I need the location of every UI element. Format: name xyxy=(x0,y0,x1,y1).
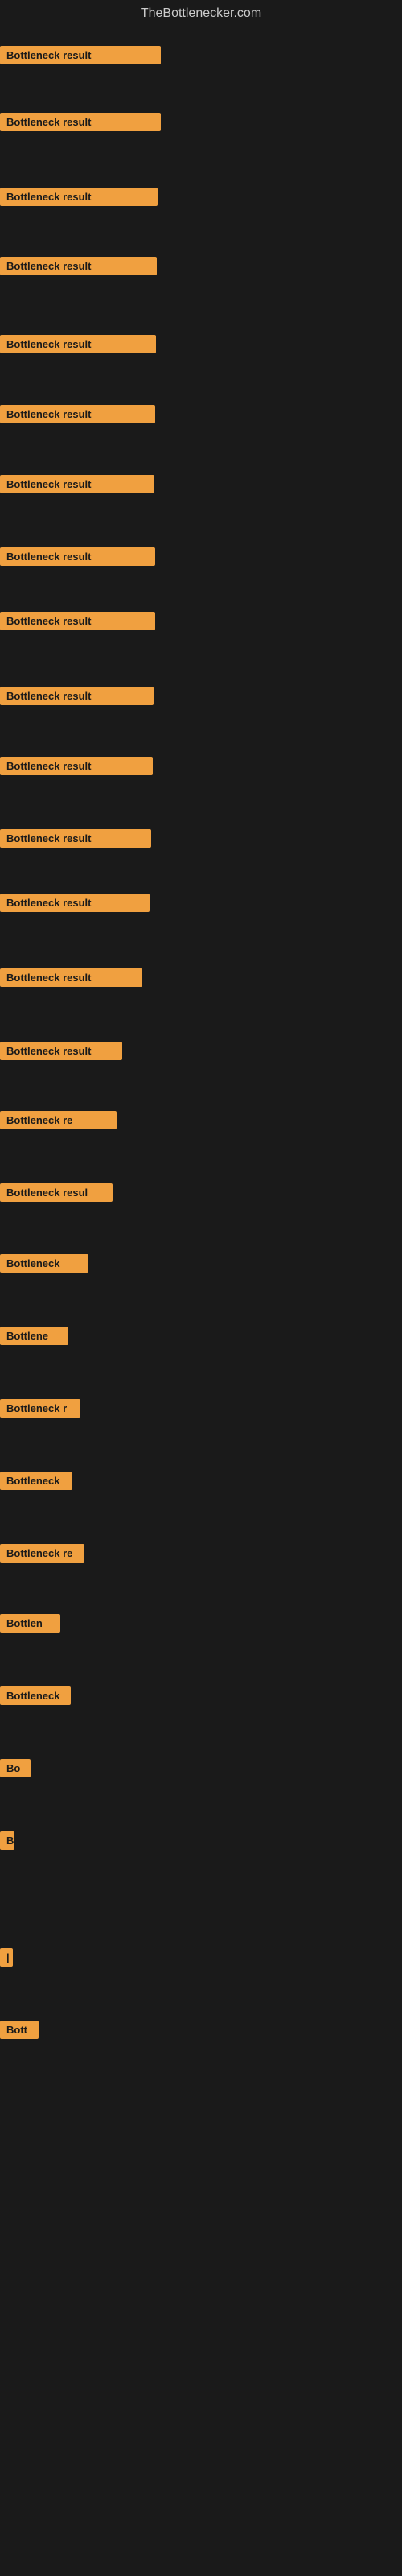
bottleneck-result-item: Bottleneck result xyxy=(0,687,154,705)
bottleneck-result-item: Bottleneck result xyxy=(0,547,155,566)
bottleneck-result-item: Bottleneck r xyxy=(0,1399,80,1418)
bottleneck-result-item: Bottleneck result xyxy=(0,405,155,423)
bottleneck-result-item: Bottleneck result xyxy=(0,46,161,64)
bottleneck-result-item: Bottleneck resul xyxy=(0,1183,113,1202)
bottleneck-result-item: Bottleneck result xyxy=(0,113,161,131)
bottleneck-result-item: B xyxy=(0,1831,14,1850)
bottleneck-result-item: Bottleneck result xyxy=(0,757,153,775)
bottleneck-result-item: Bottleneck result xyxy=(0,1042,122,1060)
bottleneck-result-item: Bottleneck re xyxy=(0,1544,84,1563)
bottleneck-result-item: Bottleneck result xyxy=(0,475,154,493)
bottleneck-result-item: Bott xyxy=(0,2021,39,2039)
bottleneck-result-item: Bottleneck result xyxy=(0,612,155,630)
bottleneck-result-item: Bottleneck result xyxy=(0,829,151,848)
bottleneck-result-item: Bottleneck result xyxy=(0,894,150,912)
bottleneck-result-item: Bottleneck result xyxy=(0,335,156,353)
bottleneck-result-item: Bottleneck result xyxy=(0,257,157,275)
site-title: TheBottlenecker.com xyxy=(0,0,402,24)
bottleneck-result-item: | xyxy=(0,1948,13,1967)
bottleneck-result-item: Bottleneck re xyxy=(0,1111,117,1129)
bottleneck-result-item: Bottleneck result xyxy=(0,188,158,206)
bottleneck-result-item: Bottleneck xyxy=(0,1254,88,1273)
bottleneck-result-item: Bottlene xyxy=(0,1327,68,1345)
bottleneck-result-item: Bottlen xyxy=(0,1614,60,1633)
bottleneck-result-item: Bottleneck result xyxy=(0,968,142,987)
bottleneck-result-item: Bottleneck xyxy=(0,1686,71,1705)
bottleneck-result-item: Bottleneck xyxy=(0,1472,72,1490)
bottleneck-result-item: Bo xyxy=(0,1759,31,1777)
